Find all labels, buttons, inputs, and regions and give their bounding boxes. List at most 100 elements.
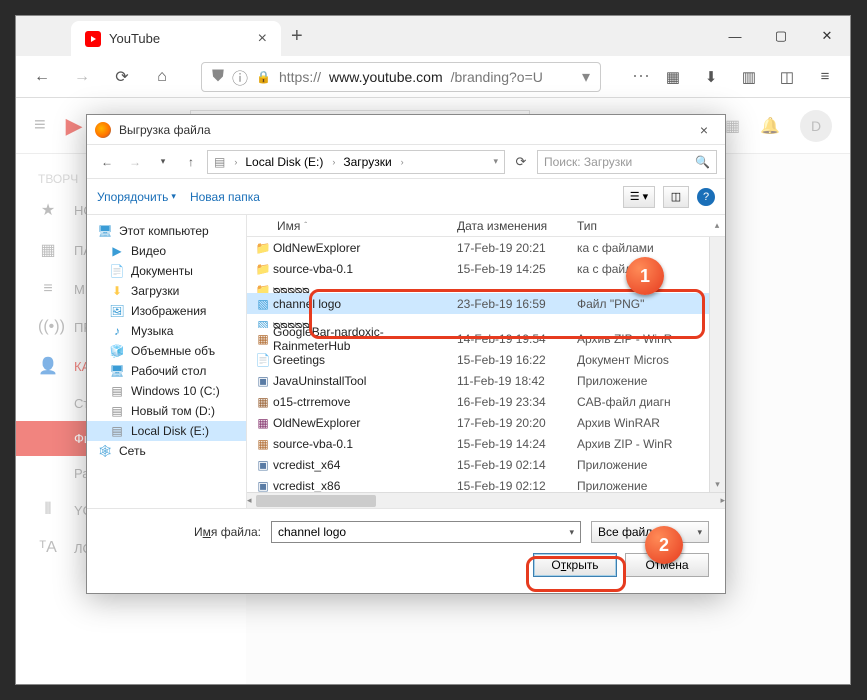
view-mode-button[interactable]: ☰ ▾ bbox=[623, 186, 655, 208]
tree-item[interactable]: 📄Документы bbox=[87, 261, 246, 281]
nav-forward-icon[interactable]: → bbox=[123, 150, 147, 174]
tree-item[interactable]: ⬇Загрузки bbox=[87, 281, 246, 301]
file-row[interactable]: ▦OldNewExplorer17-Feb-19 20:20Архив WinR… bbox=[247, 412, 709, 433]
tree-item[interactable]: 🕸Сеть bbox=[87, 441, 246, 461]
new-tab-button[interactable]: + bbox=[281, 16, 313, 56]
file-type-filter[interactable]: Все файлы ▾ bbox=[591, 521, 709, 543]
yt-apps-icon[interactable]: ▦ bbox=[725, 116, 740, 136]
yt-menu-icon[interactable]: ≡ bbox=[34, 114, 46, 137]
file-date: 16-Feb-19 23:34 bbox=[457, 395, 577, 409]
file-date: 15-Feb-19 02:14 bbox=[457, 458, 577, 472]
tree-item[interactable]: 🧊Объемные объ bbox=[87, 341, 246, 361]
menu-icon[interactable]: ≡ bbox=[810, 62, 840, 92]
vertical-scrollbar[interactable]: ▾ bbox=[709, 237, 725, 492]
help-icon[interactable]: ? bbox=[697, 188, 715, 206]
column-date[interactable]: Дата изменения bbox=[457, 219, 577, 233]
scroll-left-icon[interactable]: ◂ bbox=[247, 493, 252, 508]
open-button[interactable]: Открыть bbox=[533, 553, 617, 577]
more-icon[interactable]: ⋯ bbox=[632, 66, 650, 87]
preview-pane-button[interactable]: ◫ bbox=[663, 186, 689, 208]
tree-item[interactable]: 🖥Рабочий стол bbox=[87, 361, 246, 381]
column-name[interactable]: Имяˆ bbox=[247, 219, 457, 233]
scroll-down-icon[interactable]: ▾ bbox=[715, 477, 720, 492]
window-minimize-button[interactable]: — bbox=[712, 16, 758, 56]
file-row[interactable]: ▦source-vba-0.115-Feb-19 14:24Архив ZIP … bbox=[247, 433, 709, 454]
breadcrumb[interactable]: ▤ › Local Disk (E:) › Загрузки › ▾ bbox=[207, 150, 505, 174]
nav-forward-button[interactable]: → bbox=[66, 61, 98, 93]
file-type: Архив ZIP - WinR bbox=[577, 332, 709, 346]
tree-item[interactable]: ▶Видео bbox=[87, 241, 246, 261]
tree-item[interactable]: ▤Local Disk (E:) bbox=[87, 421, 246, 441]
dialog-titlebar[interactable]: Выгрузка файла × bbox=[87, 115, 725, 145]
cancel-button[interactable]: Отмена bbox=[625, 553, 709, 577]
file-row[interactable]: ▦o15-ctrremove16-Feb-19 23:34CAB-файл ди… bbox=[247, 391, 709, 412]
browser-tab[interactable]: YouTube × bbox=[71, 21, 281, 56]
file-row[interactable]: 📁source-vba-0.115-Feb-19 14:25ка с файла… bbox=[247, 258, 709, 279]
window-close-button[interactable]: ✕ bbox=[804, 16, 850, 56]
tree-item[interactable]: ♪Музыка bbox=[87, 321, 246, 341]
scroll-up-icon[interactable]: ▴ bbox=[709, 218, 725, 233]
file-row[interactable]: ▣vcredist_x8615-Feb-19 02:12Приложение bbox=[247, 475, 709, 492]
file-dialog: Выгрузка файла × ← → ▾ ↑ ▤ › Local Disk … bbox=[86, 114, 726, 594]
window-controls: — ▢ ✕ bbox=[712, 16, 850, 56]
window-maximize-button[interactable]: ▢ bbox=[758, 16, 804, 56]
new-folder-button[interactable]: Новая папка bbox=[190, 190, 260, 204]
sidebar-icon: ᵀA bbox=[38, 539, 58, 557]
folder-tree[interactable]: 🖥Этот компьютер▶Видео📄Документы⬇Загрузки… bbox=[87, 215, 247, 508]
tracking-icon[interactable]: ▦ bbox=[658, 62, 688, 92]
file-row[interactable]: 📁OldNewExplorer17-Feb-19 20:21ка с файла… bbox=[247, 237, 709, 258]
nav-recent-icon[interactable]: ▾ bbox=[151, 150, 175, 174]
nav-back-icon[interactable]: ← bbox=[95, 150, 119, 174]
file-name: JavaUninstallTool bbox=[273, 374, 457, 388]
chevron-down-icon[interactable]: ▾ bbox=[569, 527, 574, 538]
file-row[interactable]: ▣JavaUninstallTool11-Feb-19 18:42Приложе… bbox=[247, 370, 709, 391]
filename-input[interactable]: channel logo ▾ bbox=[271, 521, 581, 543]
yt-avatar[interactable]: D bbox=[800, 110, 832, 142]
dialog-nav: ← → ▾ ↑ ▤ › Local Disk (E:) › Загрузки ›… bbox=[87, 145, 725, 179]
nav-home-button[interactable]: ⌂ bbox=[146, 61, 178, 93]
tree-item[interactable]: ▤Новый том (D:) bbox=[87, 401, 246, 421]
file-row[interactable]: 📄Greetings15-Feb-19 16:22Документ Micros bbox=[247, 349, 709, 370]
tree-item[interactable]: ▤ Windows 10 (C:) bbox=[87, 381, 246, 401]
tree-item-label: Документы bbox=[131, 264, 193, 278]
horizontal-scrollbar[interactable]: ◂ ▸ bbox=[247, 492, 725, 508]
yt-notif-icon[interactable]: 🔔 bbox=[760, 116, 780, 136]
download-icon[interactable]: ⬇ bbox=[696, 62, 726, 92]
file-row[interactable]: ▦GoogleBar-nardoxic-RainmeterHub14-Feb-1… bbox=[247, 328, 709, 349]
scrollbar-thumb[interactable] bbox=[256, 495, 376, 507]
chevron-down-icon[interactable]: ▾ bbox=[582, 67, 590, 87]
file-list-header[interactable]: Имяˆ Дата изменения Тип ▴ bbox=[247, 215, 725, 237]
sidebar-icon[interactable]: ◫ bbox=[772, 62, 802, 92]
folder-icon: ▤ bbox=[109, 384, 125, 398]
nav-reload-button[interactable]: ⟳ bbox=[106, 61, 138, 93]
file-name: Greetings bbox=[273, 353, 457, 367]
dialog-close-button[interactable]: × bbox=[691, 122, 717, 138]
file-list: Имяˆ Дата изменения Тип ▴ 📁OldNewExplore… bbox=[247, 215, 725, 508]
file-row[interactable]: 📁ᴓᴓᴓᴓᴓ bbox=[247, 279, 709, 293]
scroll-right-icon[interactable]: ▸ bbox=[720, 493, 725, 508]
breadcrumb-segment[interactable]: Local Disk (E:) bbox=[239, 155, 330, 169]
tab-close-icon[interactable]: × bbox=[258, 30, 267, 48]
file-row[interactable]: ▣vcredist_x6415-Feb-19 02:14Приложение bbox=[247, 454, 709, 475]
breadcrumb-segment[interactable]: Загрузки bbox=[337, 155, 398, 169]
file-icon: 📁 bbox=[253, 262, 273, 276]
tree-item[interactable]: 🖥Этот компьютер bbox=[87, 221, 246, 241]
nav-up-icon[interactable]: ↑ bbox=[179, 150, 203, 174]
tree-item[interactable]: 🖼Изображения bbox=[87, 301, 246, 321]
column-type[interactable]: Тип bbox=[577, 219, 709, 233]
refresh-icon[interactable]: ⟳ bbox=[509, 150, 533, 174]
file-type: Приложение bbox=[577, 458, 709, 472]
url-field[interactable]: ⛊ ⓘ 🔒 https://www.youtube.com/branding?o… bbox=[201, 62, 601, 92]
dialog-search-input[interactable]: Поиск: Загрузки 🔍 bbox=[537, 150, 717, 174]
tree-item-label: Windows 10 (C:) bbox=[131, 384, 220, 398]
library-icon[interactable]: ▥ bbox=[734, 62, 764, 92]
chevron-down-icon[interactable]: ▾ bbox=[487, 156, 504, 167]
organize-menu[interactable]: Упорядочить ▾ bbox=[97, 190, 176, 204]
file-date: 23-Feb-19 16:59 bbox=[457, 297, 577, 311]
file-rows[interactable]: 📁OldNewExplorer17-Feb-19 20:21ка с файла… bbox=[247, 237, 709, 492]
file-row[interactable]: ▧ᴓᴓᴓᴓᴓ bbox=[247, 314, 709, 328]
filename-label: Имя файла: bbox=[103, 525, 261, 539]
sidebar-icon: ★ bbox=[38, 200, 58, 220]
file-row[interactable]: ▧channel logo23-Feb-19 16:59Файл "PNG" bbox=[247, 293, 709, 314]
nav-back-button[interactable]: ← bbox=[26, 61, 58, 93]
